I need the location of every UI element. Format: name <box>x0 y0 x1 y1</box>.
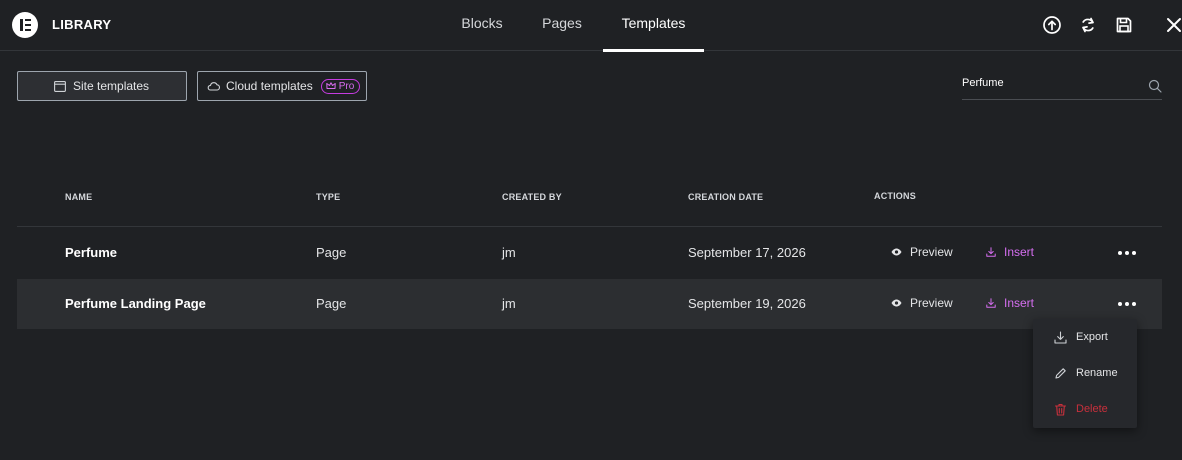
library-title: LIBRARY <box>52 17 112 32</box>
download-icon <box>1054 330 1067 344</box>
tab-pages[interactable]: Pages <box>535 0 589 51</box>
menu-item-label: Rename <box>1076 367 1118 379</box>
row-options-menu: Export Rename Delete <box>1033 319 1137 428</box>
template-name: Perfume Landing Page <box>65 296 206 311</box>
menu-item-delete[interactable]: Delete <box>1033 394 1137 424</box>
insert-button[interactable]: Insert <box>986 296 1034 310</box>
template-name: Perfume <box>65 245 118 260</box>
cloud-icon <box>207 82 220 91</box>
column-header-type: TYPE <box>316 192 341 202</box>
elementor-logo-icon <box>12 12 38 38</box>
close-icon[interactable] <box>1164 15 1182 35</box>
menu-item-rename[interactable]: Rename <box>1033 358 1137 388</box>
cloud-templates-button[interactable]: Cloud templates Pro <box>197 71 367 101</box>
table-divider <box>17 226 1162 227</box>
site-templates-label: Site templates <box>73 79 150 93</box>
download-icon <box>986 247 996 257</box>
site-templates-button[interactable]: Site templates <box>17 71 187 101</box>
pro-badge: Pro <box>320 78 361 94</box>
menu-item-label: Export <box>1076 331 1108 343</box>
insert-label: Insert <box>1004 245 1035 259</box>
cloud-templates-label: Cloud templates <box>226 79 313 93</box>
template-type: Page <box>316 245 347 260</box>
save-icon[interactable] <box>1114 15 1134 35</box>
template-author: jm <box>502 296 516 311</box>
sync-icon[interactable] <box>1078 15 1098 35</box>
menu-item-label: Delete <box>1076 403 1108 415</box>
search-icon[interactable] <box>1148 79 1162 93</box>
library-header: LIBRARY Blocks Pages Templates <box>0 0 1182 52</box>
preview-label: Preview <box>910 245 953 259</box>
window-icon <box>54 81 66 92</box>
more-options-icon[interactable] <box>1118 247 1136 259</box>
more-options-icon[interactable] <box>1118 298 1136 310</box>
trash-icon <box>1054 403 1067 416</box>
pro-badge-label: Pro <box>338 80 355 92</box>
template-type: Page <box>316 296 347 311</box>
table-row[interactable]: Perfume Page jm September 17, 2026 Previ… <box>17 228 1162 278</box>
column-header-name: NAME <box>65 192 93 202</box>
tab-templates[interactable]: Templates <box>603 0 704 52</box>
table-row[interactable]: Perfume Landing Page Page jm September 1… <box>17 279 1162 329</box>
search-box <box>962 71 1162 100</box>
eye-icon <box>891 299 902 307</box>
tab-blocks[interactable]: Blocks <box>455 0 509 51</box>
preview-label: Preview <box>910 296 953 310</box>
insert-label: Insert <box>1004 296 1035 310</box>
template-date: September 17, 2026 <box>688 245 806 260</box>
column-header-creation-date: CREATION DATE <box>688 192 764 202</box>
download-icon <box>986 298 996 308</box>
search-input[interactable] <box>962 77 1142 89</box>
preview-button[interactable]: Preview <box>891 245 953 259</box>
insert-button[interactable]: Insert <box>986 245 1034 259</box>
template-date: September 19, 2026 <box>688 296 806 311</box>
eye-icon <box>891 248 902 256</box>
upload-icon[interactable] <box>1042 15 1062 35</box>
menu-item-export[interactable]: Export <box>1033 322 1137 352</box>
crown-icon <box>326 82 336 89</box>
pencil-icon <box>1055 367 1066 379</box>
column-header-created-by: CREATED BY <box>502 192 562 202</box>
column-header-actions: ACTIONS <box>874 191 916 201</box>
template-author: jm <box>502 245 516 260</box>
preview-button[interactable]: Preview <box>891 296 953 310</box>
